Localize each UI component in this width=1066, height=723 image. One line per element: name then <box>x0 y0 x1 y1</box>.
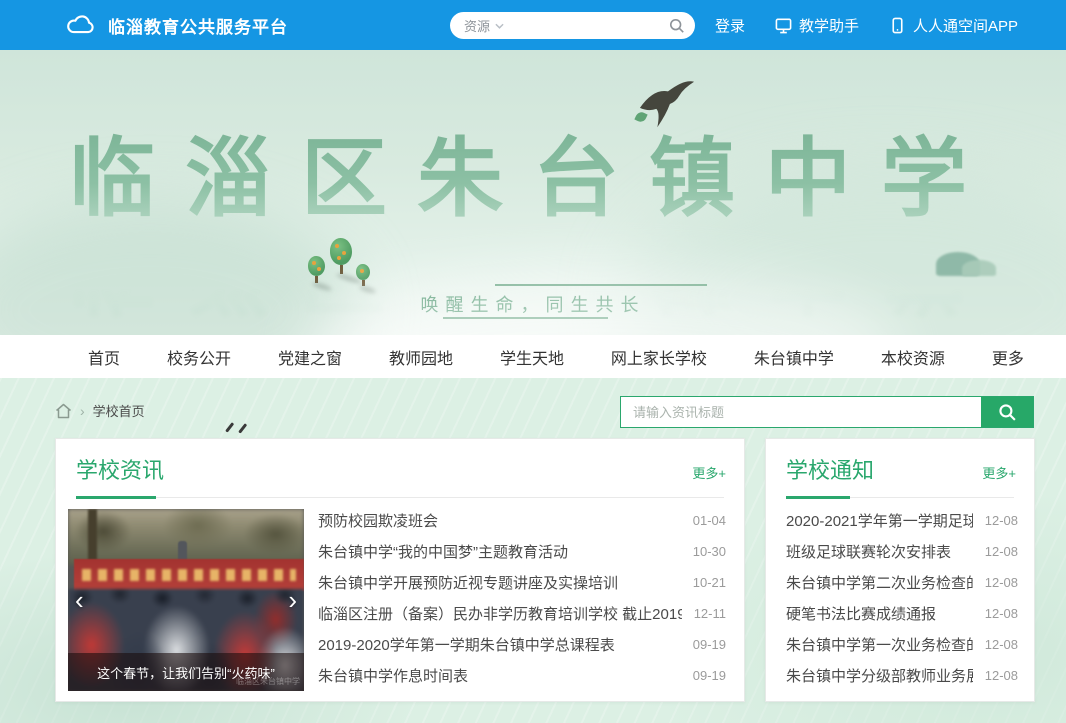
carousel-caption-bar: 这个春节，让我们告别“火药味” 临淄区朱台镇中学 <box>68 653 304 691</box>
swallow-icon <box>638 78 696 130</box>
notice-item[interactable]: 班级足球联赛轮次安排表 12-08 <box>786 536 1018 567</box>
nav-item[interactable]: 党建之窗 <box>278 345 342 369</box>
school-notice-panel: 学校通知 更多+ 2020-2021学年第一学期足球 12-08 班级足球联赛轮… <box>765 438 1035 702</box>
birds-decoration <box>224 426 250 440</box>
news-item[interactable]: 朱台镇中学开展预防近视专题讲座及实操培训 10-21 <box>318 567 726 598</box>
chevron-down-icon <box>495 23 504 29</box>
renrentong-app-label: 人人通空间APP <box>913 15 1018 36</box>
page: 临淄教育公共服务平台 资源 登录 教学助手 人人通空间APP 临淄区朱台镇中学 … <box>0 0 1066 723</box>
school-news-panel: 学校资讯 更多+ ‹ › 这个春节，让我们告别“火药味” 临淄区朱台镇中学 预防… <box>55 438 745 702</box>
news-item-date: 09-19 <box>693 668 726 683</box>
nav-item[interactable]: 朱台镇中学 <box>754 345 834 369</box>
phone-icon <box>889 17 906 34</box>
news-carousel[interactable]: ‹ › 这个春节，让我们告别“火药味” 临淄区朱台镇中学 <box>68 509 304 691</box>
notice-item-date: 12-08 <box>985 637 1018 652</box>
search-category-value: 资源 <box>464 16 490 35</box>
monitor-icon <box>775 17 792 34</box>
news-more-link[interactable]: 更多+ <box>692 463 726 485</box>
notice-item-date: 12-08 <box>985 544 1018 559</box>
news-search-button[interactable] <box>981 397 1033 427</box>
search-icon[interactable] <box>669 18 685 34</box>
news-item[interactable]: 朱台镇中学作息时间表 09-19 <box>318 660 726 691</box>
news-item[interactable]: 朱台镇中学“我的中国梦”主题教育活动 10-30 <box>318 536 726 567</box>
news-panel-title: 学校资讯 <box>76 453 164 485</box>
notice-item-title: 朱台镇中学第二次业务检查的 <box>786 572 973 593</box>
photo-watermark: 临淄区朱台镇中学 <box>236 676 300 687</box>
school-name-title: 临淄区朱台镇中学 <box>0 108 1066 233</box>
news-item-date: 12-11 <box>694 606 726 621</box>
news-item-title: 预防校园欺凌班会 <box>318 510 681 531</box>
hero-banner: 临淄区朱台镇中学 临淄区朱台镇中学 <box>0 50 1066 335</box>
notice-item-date: 12-08 <box>985 513 1018 528</box>
news-item-title: 朱台镇中学作息时间表 <box>318 665 681 686</box>
news-item-title: 临淄区注册（备案）民办非学历教育培训学校 截止2019 <box>318 603 682 624</box>
carousel-prev-button[interactable]: ‹ <box>75 587 84 613</box>
nav-item[interactable]: 更多 <box>992 345 1024 369</box>
notice-item-title: 班级足球联赛轮次安排表 <box>786 541 973 562</box>
mountain-decoration <box>928 250 998 276</box>
home-icon[interactable] <box>55 403 72 419</box>
panel-divider <box>786 495 1014 498</box>
news-item-title: 朱台镇中学开展预防近视专题讲座及实操培训 <box>318 572 681 593</box>
search-category-select[interactable]: 资源 <box>464 16 504 35</box>
platform-brand[interactable]: 临淄教育公共服务平台 <box>66 0 288 50</box>
nav-item[interactable]: 校务公开 <box>167 345 231 369</box>
notice-item[interactable]: 朱台镇中学第一次业务检查的 12-08 <box>786 629 1018 660</box>
panel-divider <box>76 495 724 498</box>
breadcrumb-separator: › <box>80 403 85 419</box>
notice-item[interactable]: 2020-2021学年第一学期足球 12-08 <box>786 505 1018 536</box>
news-search-input[interactable] <box>621 397 981 427</box>
nav-item[interactable]: 教师园地 <box>389 345 453 369</box>
notice-item-title: 硬笔书法比赛成绩通报 <box>786 603 973 624</box>
notice-more-link[interactable]: 更多+ <box>982 463 1016 485</box>
breadcrumb: › 学校首页 <box>55 401 145 420</box>
carousel-next-button[interactable]: › <box>288 587 297 613</box>
news-item-date: 09-19 <box>693 637 726 652</box>
notice-item[interactable]: 朱台镇中学第二次业务检查的 12-08 <box>786 567 1018 598</box>
login-link[interactable]: 登录 <box>715 15 745 36</box>
teaching-assistant-label: 教学助手 <box>799 15 859 36</box>
teaching-assistant-link[interactable]: 教学助手 <box>775 15 859 36</box>
notice-item-title: 2020-2021学年第一学期足球 <box>786 510 973 531</box>
notice-item-title: 朱台镇中学分级部教师业务展 <box>786 665 973 686</box>
notice-panel-title: 学校通知 <box>786 453 874 485</box>
notice-item[interactable]: 硬笔书法比赛成绩通报 12-08 <box>786 598 1018 629</box>
news-item-date: 01-04 <box>693 513 726 528</box>
news-item-date: 10-21 <box>693 575 726 590</box>
topbar-search[interactable]: 资源 <box>450 12 695 39</box>
nav-item[interactable]: 首页 <box>88 345 120 369</box>
news-search <box>620 396 1034 428</box>
news-item-date: 10-30 <box>693 544 726 559</box>
news-item-title: 2019-2020学年第一学期朱台镇中学总课程表 <box>318 634 681 655</box>
notice-item-date: 12-08 <box>985 575 1018 590</box>
topbar-menu: 登录 教学助手 人人通空间APP <box>715 0 1018 50</box>
cloud-logo-icon <box>66 13 98 37</box>
nav-item[interactable]: 学生天地 <box>500 345 564 369</box>
notice-item-date: 12-08 <box>985 606 1018 621</box>
search-icon <box>998 403 1017 422</box>
news-item-title: 朱台镇中学“我的中国梦”主题教育活动 <box>318 541 681 562</box>
news-item[interactable]: 预防校园欺凌班会 01-04 <box>318 505 726 536</box>
main-nav: 首页 校务公开 党建之窗 教师园地 学生天地 网上家长学校 朱台镇中学 本校资源 更多 <box>0 335 1066 378</box>
notice-item-date: 12-08 <box>985 668 1018 683</box>
topbar: 临淄教育公共服务平台 资源 登录 教学助手 人人通空间APP <box>0 0 1066 50</box>
nav-item[interactable]: 本校资源 <box>881 345 945 369</box>
news-item[interactable]: 2019-2020学年第一学期朱台镇中学总课程表 09-19 <box>318 629 726 660</box>
renrentong-app-link[interactable]: 人人通空间APP <box>889 15 1018 36</box>
nav-item[interactable]: 网上家长学校 <box>611 345 707 369</box>
notice-item[interactable]: 朱台镇中学分级部教师业务展 12-08 <box>786 660 1018 691</box>
breadcrumb-current: 学校首页 <box>93 401 145 420</box>
brand-title: 临淄教育公共服务平台 <box>108 13 288 38</box>
notice-item-title: 朱台镇中学第一次业务检查的 <box>786 634 973 655</box>
news-item[interactable]: 临淄区注册（备案）民办非学历教育培训学校 截止2019 12-11 <box>318 598 726 629</box>
